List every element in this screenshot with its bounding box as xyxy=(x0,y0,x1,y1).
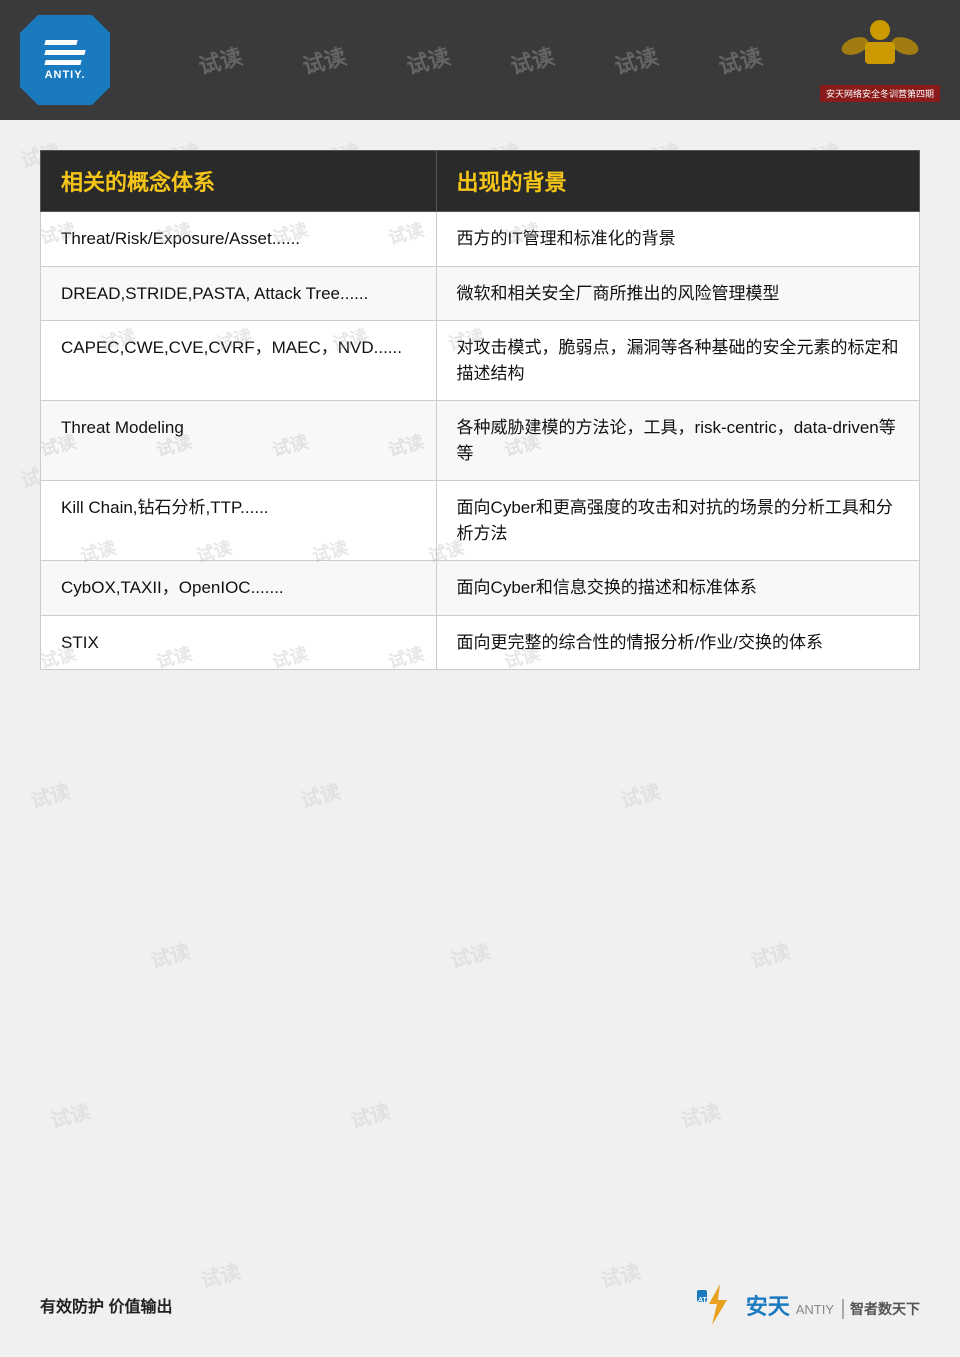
wm-3: 试读 xyxy=(403,39,454,81)
wm-5: 试读 xyxy=(611,39,662,81)
header-watermarks: 试读 试读 试读 试读 试读 试读 xyxy=(0,0,960,120)
table-row: Kill Chain,钻石分析,TTP......面向Cyber和更高强度的攻击… xyxy=(41,481,920,561)
logo-text: ANTIY. xyxy=(45,69,86,81)
footer-brand: 安天 xyxy=(746,1289,790,1321)
table-row: DREAD,STRIDE,PASTA, Attack Tree......微软和… xyxy=(41,266,920,321)
main-content: 试读 试读 试读 试读 试读 试读 试读 试读 试读 试读 试读 试读 试读 试… xyxy=(40,150,920,670)
table-cell-left: CAPEC,CWE,CVE,CVRF，MAEC，NVD...... xyxy=(41,321,437,401)
antiy-logo-right xyxy=(835,18,925,83)
wm-1: 试读 xyxy=(195,39,246,81)
table-row: CybOX,TAXII，OpenIOC.......面向Cyber和信息交换的描… xyxy=(41,561,920,616)
table-cell-right: 面向Cyber和信息交换的描述和标准体系 xyxy=(436,561,919,616)
table-cell-left: CybOX,TAXII，OpenIOC....... xyxy=(41,561,437,616)
footer-brand-sub: 智者数天下 xyxy=(842,1299,920,1319)
table-cell-left: Kill Chain,钻石分析,TTP...... xyxy=(41,481,437,561)
table-cell-left: DREAD,STRIDE,PASTA, Attack Tree...... xyxy=(41,266,437,321)
logo-lines xyxy=(45,40,85,65)
table-cell-right: 面向更完整的综合性的情报分析/作业/交换的体系 xyxy=(436,615,919,670)
logo-line-3 xyxy=(44,60,81,65)
table-cell-right: 西方的IT管理和标准化的背景 xyxy=(436,212,919,267)
table-cell-left: Threat Modeling xyxy=(41,401,437,481)
table-cell-right: 各种威胁建模的方法论，工具，risk-centric，data-driven等等 xyxy=(436,401,919,481)
logo: ANTIY. xyxy=(20,15,110,105)
svg-text:AT: AT xyxy=(698,1297,708,1304)
footer-logo: AT 安天 ANTIY 智者数天下 xyxy=(695,1282,920,1327)
table-row: CAPEC,CWE,CVE,CVRF，MAEC，NVD......对攻击模式，脆… xyxy=(41,321,920,401)
col2-header: 出现的背景 xyxy=(436,151,919,212)
table-row: Threat/Risk/Exposure/Asset......西方的IT管理和… xyxy=(41,212,920,267)
table-cell-right: 微软和相关安全厂商所推出的风险管理模型 xyxy=(436,266,919,321)
footer-logo-icon: AT xyxy=(695,1282,740,1327)
header-badge: 安天网络安全冬训营第四期 xyxy=(820,85,940,102)
table-cell-left: Threat/Risk/Exposure/Asset...... xyxy=(41,212,437,267)
footer-antiy-label: ANTIY xyxy=(796,1302,834,1317)
table-cell-right: 面向Cyber和更高强度的攻击和对抗的场景的分析工具和分析方法 xyxy=(436,481,919,561)
table-cell-right: 对攻击模式，脆弱点，漏洞等各种基础的安全元素的标定和描述结构 xyxy=(436,321,919,401)
table-cell-left: STIX xyxy=(41,615,437,670)
footer-slogan: 有效防护 价值输出 xyxy=(40,1293,172,1317)
wm-4: 试读 xyxy=(507,39,558,81)
col1-header: 相关的概念体系 xyxy=(41,151,437,212)
header-right: 安天网络安全冬训营第四期 xyxy=(820,18,940,102)
concept-table: 相关的概念体系 出现的背景 Threat/Risk/Exposure/Asset… xyxy=(40,150,920,670)
logo-line-2 xyxy=(44,50,85,55)
logo-line-1 xyxy=(44,40,77,45)
table-row: Threat Modeling各种威胁建模的方法论，工具，risk-centri… xyxy=(41,401,920,481)
wm-6: 试读 xyxy=(715,39,766,81)
table-row: STIX面向更完整的综合性的情报分析/作业/交换的体系 xyxy=(41,615,920,670)
wm-2: 试读 xyxy=(299,39,350,81)
footer: 有效防护 价值输出 AT 安天 ANTIY 智者数天下 xyxy=(40,1282,920,1327)
header: ANTIY. 试读 试读 试读 试读 试读 试读 安天网络安全冬训营第四期 xyxy=(0,0,960,120)
